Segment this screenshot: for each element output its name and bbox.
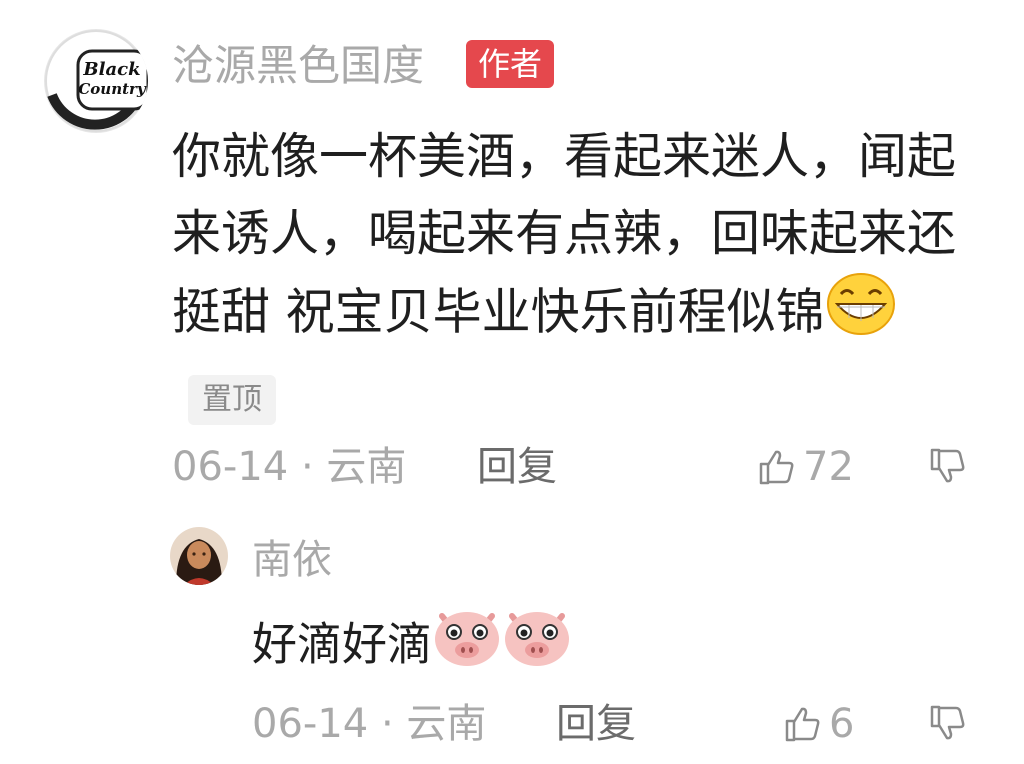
reply-text: 好滴好滴 [252, 606, 572, 689]
reply-date: 06-14 [252, 701, 369, 747]
author-badge: 作者 [466, 40, 555, 88]
author-avatar[interactable]: Black Country [44, 29, 148, 133]
thumbs-up-icon [759, 450, 794, 485]
thumbs-up-icon [785, 707, 820, 742]
dislike-button[interactable] [928, 446, 968, 490]
pig-face-emoji-icon [432, 606, 502, 689]
like-count: 72 [803, 444, 854, 490]
reply-body: 好滴好滴 [252, 617, 433, 671]
reply-author-avatar[interactable] [170, 527, 228, 585]
thumbs-down-icon [930, 448, 965, 483]
reply-meta: 06-14 · 云南 [252, 698, 486, 750]
like-button[interactable]: 72 [757, 441, 854, 493]
comment-location: 云南 [326, 444, 407, 490]
comment-meta: 06-14 · 云南 [172, 441, 406, 493]
svg-text:Black: Black [82, 59, 140, 80]
reply-like-count: 6 [829, 701, 855, 747]
grin-emoji-icon [825, 272, 897, 358]
avatar-portrait-icon [170, 527, 228, 585]
svg-text:Country: Country [78, 80, 147, 98]
author-name[interactable]: 沧源黑色国度 [172, 40, 424, 92]
reply-like-button[interactable]: 6 [783, 698, 854, 750]
reply-reply-button[interactable]: 回复 [556, 698, 636, 750]
meta-separator: · [300, 444, 314, 490]
pig-face-emoji-icon [502, 606, 572, 689]
reply-author-name[interactable]: 南依 [252, 534, 332, 586]
reply-dislike-button[interactable] [928, 703, 968, 747]
meta-separator: · [380, 701, 394, 747]
reply-button[interactable]: 回复 [477, 441, 557, 493]
reply-location: 云南 [406, 701, 487, 747]
thumbs-down-icon [930, 705, 965, 740]
comment-date: 06-14 [172, 444, 289, 490]
comment-text: 你就像一杯美酒，看起来迷人，闻起来诱人，喝起来有点辣，回味起来还挺甜 祝宝贝毕业… [172, 118, 962, 435]
black-country-logo-icon: Black Country [45, 30, 148, 132]
pinned-tag: 置顶 [188, 374, 276, 425]
